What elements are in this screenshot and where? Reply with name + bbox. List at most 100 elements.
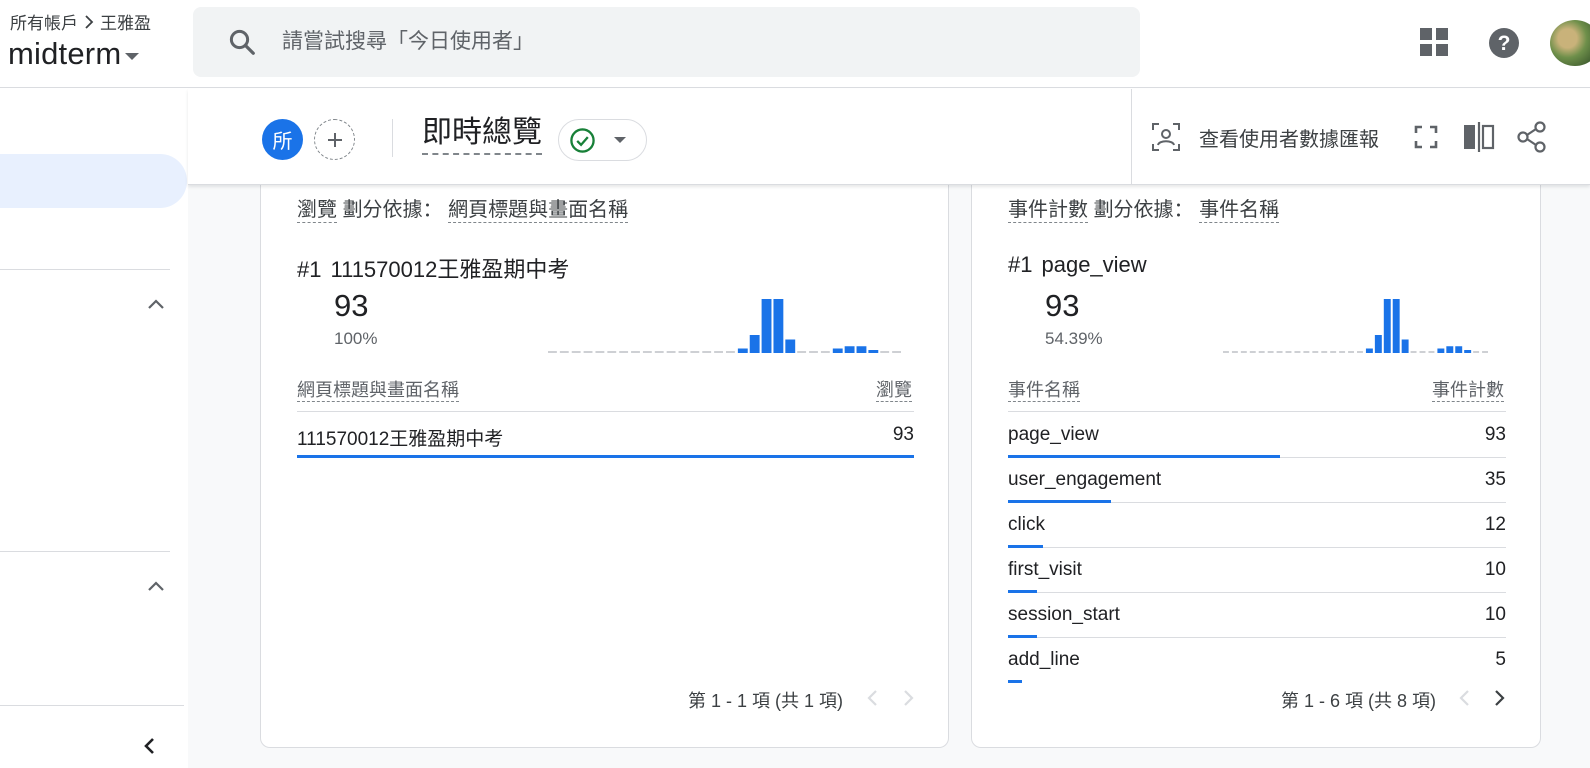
top-header: 所有帳戶 王雅盈 midterm ? bbox=[0, 0, 1590, 88]
row-label: user_engagement bbox=[1008, 469, 1162, 490]
row-value: 93 bbox=[892, 424, 914, 445]
table-row[interactable]: page_view 93 bbox=[1008, 413, 1506, 458]
caret-down-icon bbox=[125, 52, 140, 60]
card-header: 瀏覽 劃分依據： 網頁標題與畫面名稱 bbox=[297, 193, 629, 223]
top-item-name: 111570012王雅盈期中考 bbox=[330, 257, 570, 282]
events-by-name-card: 事件計數 劃分依據： 事件名稱 #1 page_view 93 54.39% 事件… bbox=[971, 185, 1541, 748]
breadcrumb-property[interactable]: 王雅盈 bbox=[100, 9, 151, 34]
add-icon bbox=[327, 132, 342, 147]
toolbar-divider bbox=[392, 119, 393, 157]
property-name: midterm bbox=[8, 36, 122, 71]
toolbar-divider bbox=[1131, 89, 1132, 185]
table-row[interactable]: 111570012王雅盈期中考 93 bbox=[297, 413, 914, 458]
column-header-metric[interactable]: 事件計數 bbox=[1432, 376, 1504, 402]
pagination-label: 第 1 - 1 項 (共 1 項) bbox=[688, 691, 844, 711]
views-by-page-card: 瀏覽 劃分依據： 網頁標題與畫面名稱 #1 111570012王雅盈期中考 93 … bbox=[260, 185, 949, 748]
top-item-percent: 54.39% bbox=[1045, 329, 1103, 348]
sparkline-bar bbox=[1437, 348, 1445, 353]
metric-label[interactable]: 事件計數 bbox=[1008, 199, 1088, 223]
dimension-label[interactable]: 網頁標題與畫面名稱 bbox=[448, 199, 629, 223]
column-header-metric[interactable]: 瀏覽 bbox=[876, 376, 912, 402]
avatar[interactable] bbox=[1550, 20, 1590, 66]
table-row[interactable]: session_start 10 bbox=[1008, 593, 1506, 638]
caret-down-icon bbox=[614, 137, 626, 143]
row-share-bar bbox=[297, 455, 914, 458]
breadcrumb-account[interactable]: 所有帳戶 bbox=[10, 9, 78, 34]
sparkline-bar bbox=[1392, 299, 1400, 353]
share-icon[interactable] bbox=[1517, 121, 1547, 153]
sparkline-bar bbox=[832, 348, 843, 353]
split-by-label: 劃分依據： bbox=[1093, 199, 1194, 221]
table-row[interactable]: add_line 5 bbox=[1008, 638, 1506, 683]
chevron-up-icon[interactable] bbox=[147, 298, 165, 310]
breadcrumb[interactable]: 所有帳戶 王雅盈 bbox=[10, 9, 151, 34]
search-icon bbox=[229, 29, 255, 55]
table-row[interactable]: user_engagement 35 bbox=[1008, 458, 1506, 503]
metric-label[interactable]: 瀏覽 bbox=[297, 199, 337, 223]
top-rank: #1 bbox=[1008, 252, 1033, 277]
row-value: 10 bbox=[1484, 559, 1506, 580]
top-item-name: page_view bbox=[1041, 252, 1147, 277]
pagination-label: 第 1 - 6 項 (共 8 項) bbox=[1281, 691, 1437, 711]
top-item-percent: 100% bbox=[334, 329, 378, 348]
report-title[interactable]: 即時總覽 bbox=[422, 115, 542, 155]
sparkline-bar bbox=[761, 299, 772, 353]
split-by-label: 劃分依據： bbox=[342, 199, 443, 221]
user-snapshot-icon[interactable] bbox=[1151, 122, 1181, 152]
segment-chip[interactable]: 所 bbox=[262, 119, 303, 160]
top-item-value: 93 bbox=[334, 288, 369, 323]
nav-item-selected[interactable] bbox=[0, 154, 187, 208]
chevron-left-icon[interactable] bbox=[864, 687, 882, 709]
search-bar[interactable] bbox=[193, 7, 1140, 77]
sparkline-bar bbox=[1383, 299, 1391, 353]
sparkline-bar bbox=[856, 346, 867, 353]
check-circle-icon bbox=[570, 127, 595, 153]
chevron-right-icon[interactable] bbox=[899, 687, 917, 709]
nav-divider bbox=[0, 269, 170, 270]
row-label: session_start bbox=[1008, 604, 1120, 625]
column-header-dimension[interactable]: 網頁標題與畫面名稱 bbox=[297, 376, 459, 402]
sparkline-bar bbox=[785, 339, 796, 353]
chevron-up-icon[interactable] bbox=[147, 580, 165, 592]
fullscreen-icon[interactable] bbox=[1414, 125, 1438, 149]
table-row[interactable]: first_visit 10 bbox=[1008, 548, 1506, 593]
user-snapshot-button[interactable]: 查看使用者數據匯報 bbox=[1199, 123, 1379, 152]
table-row[interactable]: click 12 bbox=[1008, 503, 1506, 548]
apps-grid-icon[interactable] bbox=[1419, 27, 1449, 57]
property-picker[interactable]: midterm bbox=[8, 36, 140, 72]
card-header: 事件計數 劃分依據： 事件名稱 bbox=[1008, 193, 1280, 223]
nav-divider bbox=[0, 551, 170, 552]
left-nav bbox=[0, 89, 188, 768]
help-icon[interactable]: ? bbox=[1488, 27, 1520, 59]
column-header-dimension[interactable]: 事件名稱 bbox=[1008, 376, 1080, 402]
row-value: 10 bbox=[1484, 604, 1506, 625]
sparkline-bar bbox=[749, 335, 760, 353]
chevron-left-icon[interactable] bbox=[140, 736, 160, 756]
add-comparison-button[interactable] bbox=[314, 119, 355, 160]
chevron-left-icon[interactable] bbox=[1456, 687, 1474, 709]
top-rank: #1 bbox=[297, 257, 322, 282]
row-label: page_view bbox=[1008, 424, 1099, 445]
sparkline-bar bbox=[737, 348, 748, 353]
row-label: 111570012王雅盈期中考 bbox=[297, 429, 504, 450]
data-status-dropdown[interactable] bbox=[558, 119, 647, 161]
sparkline-bar bbox=[1464, 350, 1472, 353]
sparkline-bar bbox=[844, 346, 855, 353]
table-divider bbox=[297, 411, 914, 412]
sparkline-bar bbox=[1455, 346, 1463, 353]
search-input[interactable] bbox=[282, 30, 1082, 54]
compare-icon[interactable] bbox=[1463, 122, 1495, 152]
dimension-label[interactable]: 事件名稱 bbox=[1199, 199, 1280, 223]
top-item-title: #1 page_view bbox=[1008, 252, 1147, 278]
sparkline-chart bbox=[1223, 299, 1488, 353]
row-value: 35 bbox=[1484, 469, 1506, 490]
sparkline-bar bbox=[1401, 339, 1409, 353]
row-value: 12 bbox=[1484, 514, 1506, 535]
top-item-title: #1 111570012王雅盈期中考 bbox=[297, 252, 569, 284]
row-label: click bbox=[1008, 514, 1045, 535]
sparkline-bar bbox=[1365, 348, 1373, 353]
sparkline-bar bbox=[1374, 335, 1382, 353]
row-value: 5 bbox=[1495, 649, 1506, 670]
chevron-right-icon[interactable] bbox=[1490, 687, 1508, 709]
row-label: first_visit bbox=[1008, 559, 1082, 580]
